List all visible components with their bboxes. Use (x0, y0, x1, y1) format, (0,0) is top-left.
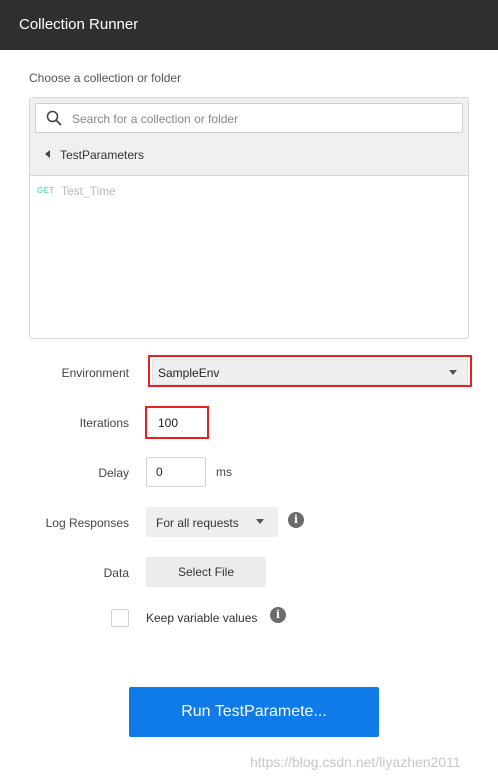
search-icon (46, 110, 62, 126)
run-button[interactable]: Run TestParamete... (129, 687, 379, 737)
info-icon[interactable]: i (288, 512, 304, 528)
environment-label: Environment (61, 366, 129, 380)
collection-panel: TestParameters GET Test_Time (29, 97, 469, 339)
request-name: Test_Time (61, 184, 116, 198)
select-file-button[interactable]: Select File (146, 557, 266, 587)
search-input[interactable] (72, 110, 452, 128)
search-box[interactable] (35, 103, 463, 133)
window-title: Collection Runner (19, 16, 139, 33)
iterations-label: Iterations (79, 416, 129, 430)
watermark: https://blog.csdn.net/liyazhen2011 (250, 754, 461, 770)
request-method-badge: GET (37, 186, 55, 195)
collection-panel-header: TestParameters (30, 98, 468, 176)
back-arrow-icon[interactable] (45, 150, 50, 158)
chevron-down-icon (256, 519, 264, 524)
delay-unit: ms (216, 465, 232, 479)
delay-label: Delay (98, 466, 129, 480)
title-bar: Collection Runner (0, 0, 498, 50)
keep-variable-values-checkbox[interactable] (111, 609, 129, 627)
request-item[interactable]: GET Test_Time (30, 180, 468, 202)
iterations-highlight-box (145, 406, 209, 439)
collection-breadcrumb[interactable]: TestParameters (30, 140, 468, 170)
collection-name: TestParameters (60, 148, 145, 162)
keep-variable-values-label: Keep variable values (146, 611, 258, 625)
choose-collection-label: Choose a collection or folder (29, 71, 182, 85)
environment-highlight-box (148, 355, 472, 387)
info-icon[interactable]: i (270, 607, 286, 623)
log-responses-label: Log Responses (45, 516, 129, 530)
log-responses-select[interactable]: For all requests (146, 507, 278, 537)
log-responses-value: For all requests (156, 516, 239, 530)
delay-input[interactable] (146, 457, 206, 487)
data-label: Data (103, 566, 129, 580)
